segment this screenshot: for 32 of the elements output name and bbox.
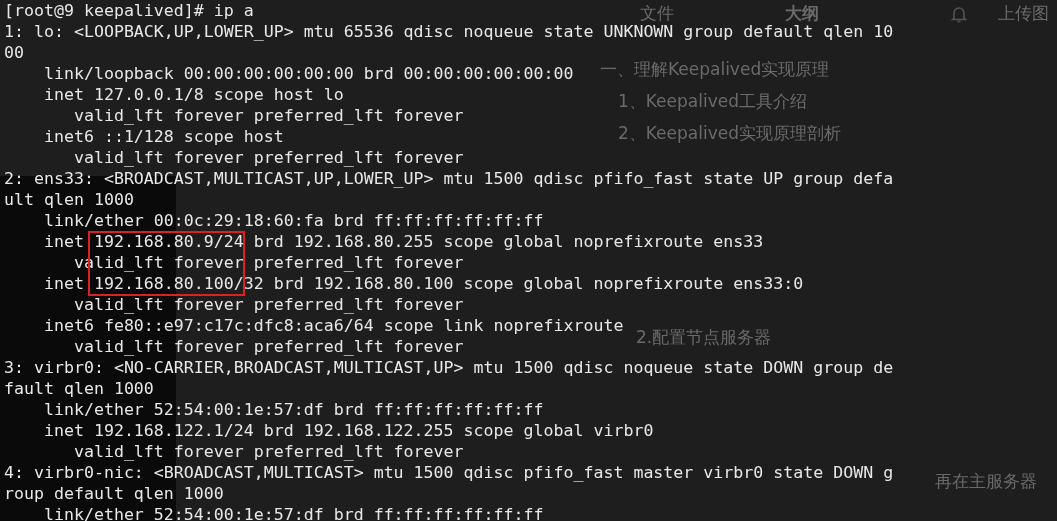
terminal-line: valid_lft forever preferred_lft forever: [72, 441, 464, 462]
terminal-line: fault qlen 1000: [4, 378, 154, 399]
background-window-text: 一、理解Keepalived实现原理: [600, 58, 830, 80]
bell-icon: [949, 4, 969, 24]
terminal-line: link/ether 00:0c:29:18:60:fa brd ff:ff:ff:ff:ff:ff: [42, 210, 544, 231]
terminal-line: link/ether 52:54:00:1e:57:df brd ff:ff:ff:ff:ff:ff: [42, 504, 544, 521]
terminal-line: valid_lft forever preferred_lft forever: [72, 294, 464, 315]
background-window-text: 文件: [640, 2, 674, 24]
terminal-line: inet 192.168.122.1/24 brd 192.168.122.255 scope global virbr0: [42, 420, 654, 441]
terminal-line: 00: [4, 42, 24, 63]
terminal-line: valid_lft forever preferred_lft forever: [72, 336, 464, 357]
terminal-line: inet 127.0.0.1/8 scope host lo: [42, 84, 344, 105]
background-window-text: 2.配置节点服务器: [636, 326, 772, 348]
background-window-text: 1、Keepalived工具介绍: [618, 90, 807, 112]
terminal-line: roup default qlen 1000: [4, 483, 224, 504]
terminal-line: ult qlen 1000: [4, 189, 134, 210]
terminal-line: inet6 ::1/128 scope host: [42, 126, 284, 147]
terminal-line: link/ether 52:54:00:1e:57:df brd ff:ff:ff:ff:ff:ff: [42, 399, 544, 420]
background-window-text: 大纲: [785, 2, 819, 24]
terminal-line: valid_lft forever preferred_lft forever: [72, 147, 464, 168]
background-window-text: 上传图: [998, 2, 1049, 24]
terminal-line: [root@9 keepalived]# ip a: [4, 0, 254, 21]
terminal-line: 2: ens33: <BROADCAST,MULTICAST,UP,LOWER_UP> mtu 1500 qdisc pfifo_fast state UP group defa: [4, 168, 894, 189]
terminal-line: 1: lo: <LOOPBACK,UP,LOWER_UP> mtu 65536 qdisc noqueue state UNKNOWN group default qlen 10: [4, 22, 894, 42]
background-window-text: 2、Keepalived实现原理剖析: [618, 122, 841, 144]
terminal-line: 4: virbr0-nic: <BROADCAST,MULTICAST> mtu 1500 qdisc pfifo_fast master virbr0 state DOWN g: [4, 462, 894, 483]
terminal-line: link/loopback 00:00:00:00:00:00 brd 00:00:00:00:00:00: [42, 63, 574, 84]
terminal-line: valid_lft forever preferred_lft forever: [72, 105, 464, 126]
background-window-text: 再在主服务器: [935, 470, 1037, 492]
terminal-line: inet6 fe80::e97:c17c:dfc8:aca6/64 scope link noprefixroute: [42, 315, 624, 336]
terminal-line: inet 192.168.80.9/24 brd 192.168.80.255 scope global noprefixroute ens33: [42, 231, 764, 252]
terminal-line: 3: virbr0: <NO-CARRIER,BROADCAST,MULTICAST,UP> mtu 1500 qdisc noqueue state DOWN group de: [4, 357, 894, 378]
